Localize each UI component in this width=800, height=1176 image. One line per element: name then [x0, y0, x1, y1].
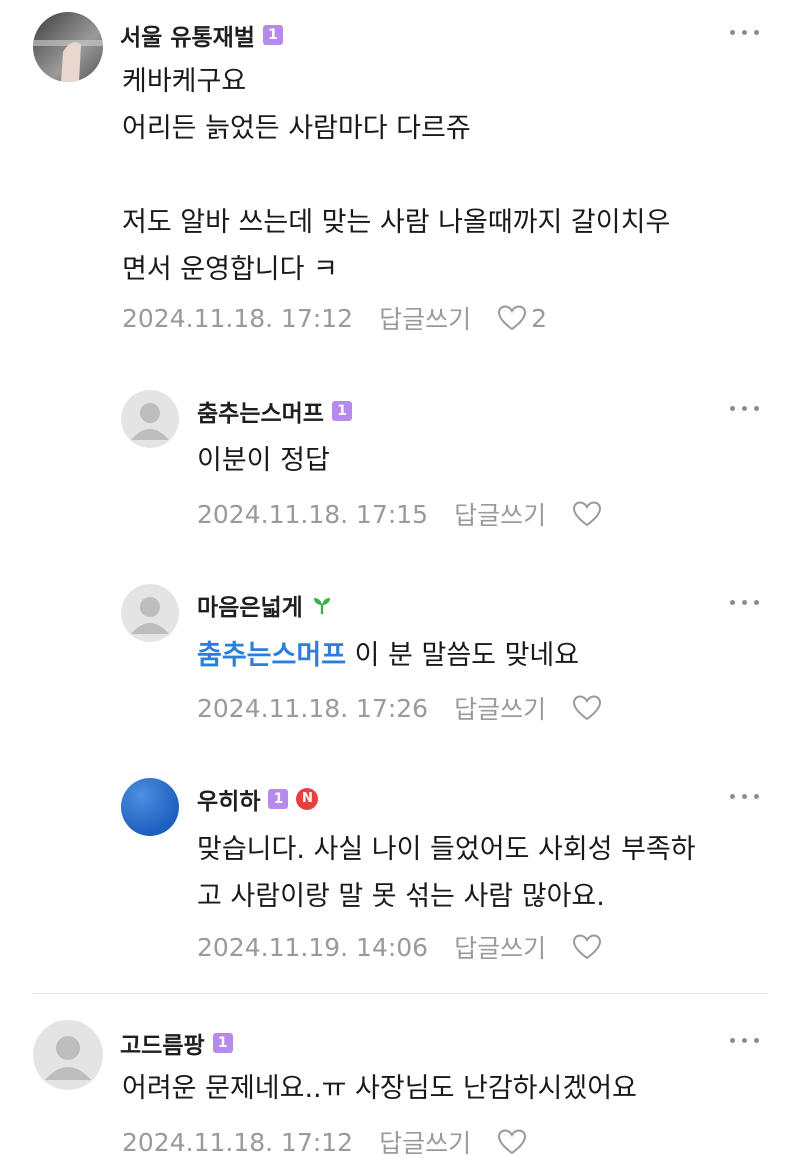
more-dots-icon[interactable]: [730, 786, 766, 806]
level-badge: 1: [212, 1033, 233, 1053]
like-button[interactable]: [572, 694, 602, 722]
comment-text: 맞습니다. 사실 나이 들었어도 사회성 부족하 고 사람이랑 말 못 섞는 사…: [197, 826, 696, 920]
reply-button[interactable]: 답글쓰기: [454, 929, 546, 965]
level-badge: 1: [331, 401, 352, 421]
new-badge: N: [296, 788, 319, 810]
heart-outline-icon: [498, 1129, 527, 1155]
comment-date: 2024.11.19. 14:06: [197, 932, 429, 962]
like-button[interactable]: 2: [497, 304, 547, 333]
author-name[interactable]: 서울 유통재벌: [120, 18, 255, 52]
avatar[interactable]: [121, 584, 179, 642]
like-button[interactable]: [572, 933, 602, 961]
heart-outline-icon: [573, 501, 602, 527]
more-dots-icon[interactable]: [730, 1030, 766, 1050]
comment-line: 고 사람이랑 말 못 섞는 사람 많아요.: [197, 881, 605, 912]
reply-button[interactable]: 답글쓰기: [454, 496, 546, 532]
like-count: 2: [531, 303, 548, 333]
reply-button[interactable]: 답글쓰기: [379, 1124, 471, 1160]
reply-button[interactable]: 답글쓰기: [379, 300, 471, 336]
comment-line: 어리든 늙었든 사람마다 다르쥬: [122, 113, 471, 144]
avatar[interactable]: [33, 1020, 103, 1090]
avatar[interactable]: [121, 390, 179, 448]
comment-text: 이분이 정답: [197, 437, 330, 484]
like-button[interactable]: [572, 500, 602, 528]
comment-line: 어려운 문제네요..ㅠ 사장님도 난감하시겠어요: [122, 1073, 637, 1104]
comment-date: 2024.11.18. 17:12: [122, 1127, 354, 1157]
comment-line: 케바케구요: [122, 66, 247, 97]
author-name[interactable]: 마음은넓게: [197, 588, 303, 622]
comment-line: 면서 운영합니다 ㅋ: [122, 254, 338, 285]
comment-text: 케바케구요 어리든 늙었든 사람마다 다르쥬 저도 알바 쓰는데 맞는 사람 나…: [122, 58, 670, 293]
heart-outline-icon: [498, 305, 527, 331]
heart-outline-icon: [573, 695, 602, 721]
mention-link[interactable]: 춤추는스머프: [197, 640, 346, 671]
comment-line: 이분이 정답: [197, 445, 330, 476]
sprout-icon: [313, 598, 330, 614]
heart-outline-icon: [573, 934, 602, 960]
comment-date: 2024.11.18. 17:15: [197, 499, 429, 529]
comment-line: 저도 알바 쓰는데 맞는 사람 나올때까지 갈이치우: [122, 207, 671, 238]
more-dots-icon[interactable]: [730, 592, 766, 612]
more-dots-icon[interactable]: [730, 22, 766, 42]
reply-button[interactable]: 답글쓰기: [454, 690, 546, 726]
author-name[interactable]: 춤추는스머프: [197, 394, 324, 428]
like-button[interactable]: [497, 1128, 527, 1156]
comment-line: 맞습니다. 사실 나이 들었어도 사회성 부족하: [197, 834, 696, 865]
comment-text: 어려운 문제네요..ㅠ 사장님도 난감하시겠어요: [122, 1065, 637, 1112]
comment-date: 2024.11.18. 17:26: [197, 693, 429, 723]
author-name[interactable]: 고드름팡: [120, 1026, 205, 1060]
comment-text: 춤추는스머프 이 분 말씀도 맞네요: [197, 632, 579, 679]
avatar[interactable]: [121, 778, 179, 836]
level-badge: 1: [268, 789, 289, 809]
author-name[interactable]: 우히하: [197, 782, 260, 816]
comment-line: 이 분 말씀도 맞네요: [346, 640, 580, 671]
divider: [32, 993, 768, 994]
avatar[interactable]: [33, 12, 103, 82]
level-badge: 1: [262, 25, 283, 45]
comment-date: 2024.11.18. 17:12: [122, 303, 354, 333]
comment-line: [122, 152, 670, 199]
more-dots-icon[interactable]: [730, 398, 766, 418]
